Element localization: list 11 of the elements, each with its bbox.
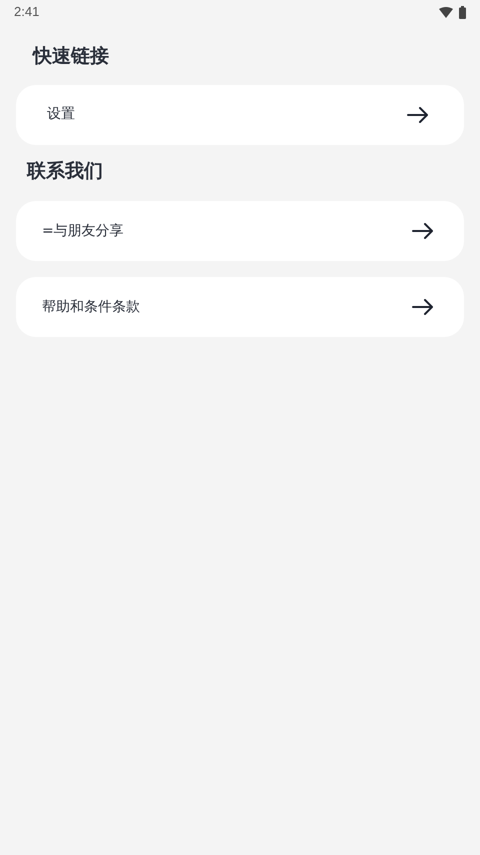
- link-row[interactable]: 帮助和条件条款: [16, 277, 464, 337]
- arrow-right-icon: [412, 299, 434, 315]
- link-row[interactable]: =与朋友分享: [16, 201, 464, 261]
- status-time: 2:41: [14, 3, 40, 22]
- battery-icon: [459, 6, 466, 18]
- wifi-icon: [439, 6, 453, 18]
- section-title: 快速链接: [33, 45, 109, 67]
- section-title: 联系我们: [27, 160, 103, 182]
- arrow-right-icon: [412, 223, 434, 239]
- arrow-right-icon: [407, 106, 429, 122]
- link-row[interactable]: 设置: [16, 84, 464, 144]
